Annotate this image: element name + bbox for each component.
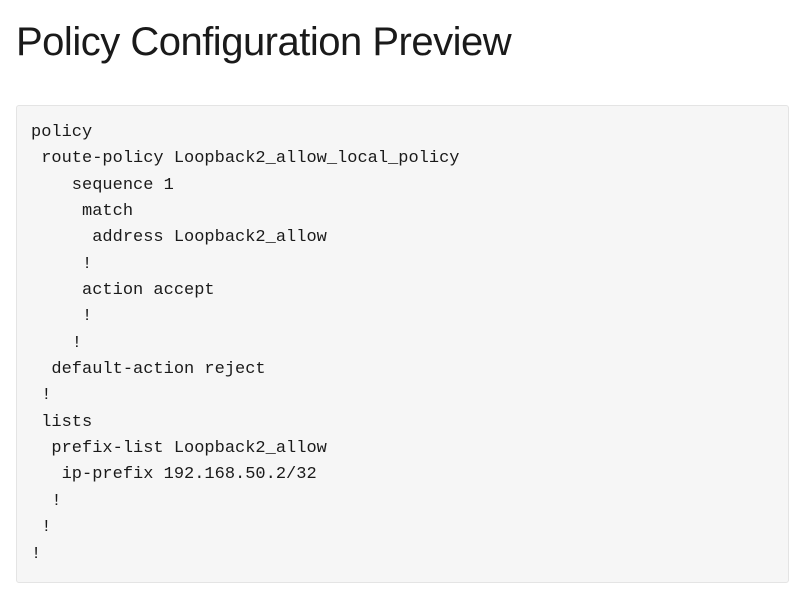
policy-config-code: policy route-policy Loopback2_allow_loca…: [16, 105, 789, 583]
page-title: Policy Configuration Preview: [16, 20, 789, 65]
